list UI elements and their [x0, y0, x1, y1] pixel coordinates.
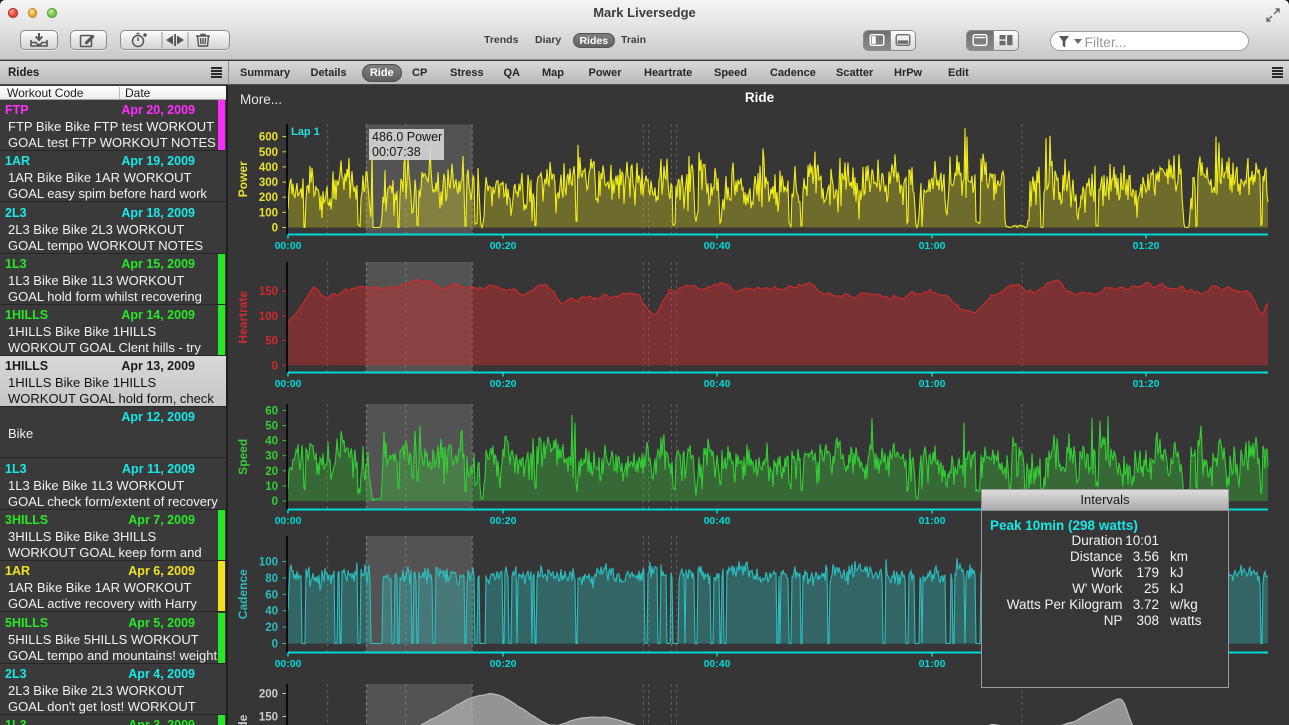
svg-text:00:40: 00:40	[704, 658, 731, 670]
svg-text:00:20: 00:20	[490, 378, 517, 390]
svg-text:01:00: 01:00	[919, 240, 946, 252]
svg-text:00:00: 00:00	[275, 515, 302, 527]
svg-text:300: 300	[259, 177, 278, 189]
svg-text:Power: Power	[236, 161, 250, 197]
svg-text:50: 50	[265, 421, 278, 433]
svg-text:150: 150	[259, 712, 278, 724]
svg-text:100: 100	[259, 207, 278, 219]
svg-text:00:40: 00:40	[704, 378, 731, 390]
svg-text:200: 200	[259, 192, 278, 204]
svg-text:60: 60	[265, 589, 278, 601]
svg-text:40: 40	[265, 436, 278, 448]
svg-text:50: 50	[265, 336, 278, 348]
svg-text:80: 80	[265, 573, 278, 585]
svg-text:00:20: 00:20	[490, 240, 517, 252]
svg-text:500: 500	[259, 147, 278, 159]
svg-text:0: 0	[272, 223, 278, 235]
svg-text:00:00: 00:00	[275, 378, 302, 390]
svg-text:00:40: 00:40	[704, 515, 731, 527]
svg-text:00:40: 00:40	[704, 240, 731, 252]
svg-text:0: 0	[272, 496, 278, 508]
svg-text:Heartrate: Heartrate	[236, 291, 250, 344]
svg-text:Lap 1: Lap 1	[291, 126, 320, 138]
svg-text:00:20: 00:20	[490, 658, 517, 670]
svg-text:01:20: 01:20	[1133, 240, 1160, 252]
svg-text:40: 40	[265, 606, 278, 618]
svg-text:01:00: 01:00	[919, 658, 946, 670]
svg-text:200: 200	[259, 689, 278, 701]
svg-text:20: 20	[265, 466, 278, 478]
svg-text:01:00: 01:00	[919, 378, 946, 390]
svg-text:00:00: 00:00	[275, 658, 302, 670]
svg-text:01:20: 01:20	[1133, 378, 1160, 390]
svg-text:400: 400	[259, 162, 278, 174]
svg-text:0: 0	[272, 360, 278, 372]
svg-text:0: 0	[272, 639, 278, 651]
svg-text:10: 10	[265, 481, 278, 493]
svg-text:00:20: 00:20	[490, 515, 517, 527]
svg-text:600: 600	[259, 132, 278, 144]
svg-text:Altitude: Altitude	[236, 714, 250, 725]
svg-text:60: 60	[265, 405, 278, 417]
svg-text:20: 20	[265, 622, 278, 634]
svg-text:00:00: 00:00	[275, 240, 302, 252]
svg-text:Cadence: Cadence	[236, 569, 250, 619]
svg-text:100: 100	[259, 557, 278, 569]
svg-text:150: 150	[259, 286, 278, 298]
svg-text:30: 30	[265, 451, 278, 463]
svg-text:01:00: 01:00	[919, 515, 946, 527]
svg-text:100: 100	[259, 311, 278, 323]
svg-text:Speed: Speed	[236, 439, 250, 475]
